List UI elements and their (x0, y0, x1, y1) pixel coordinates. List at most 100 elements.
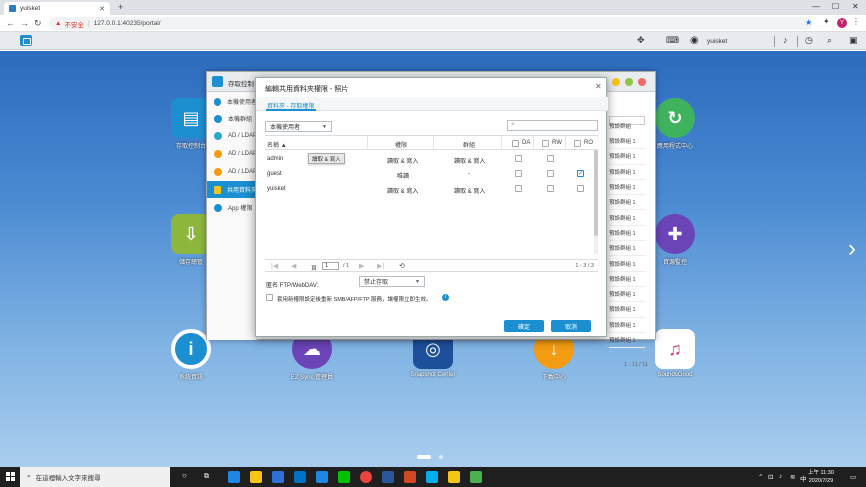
mail-icon[interactable] (294, 471, 306, 483)
prev-page-icon[interactable]: ◀ (291, 262, 296, 270)
user-icon[interactable]: ◉ (690, 35, 699, 46)
notification-icon[interactable]: ♪ (783, 35, 788, 45)
ro-checkbox[interactable] (577, 169, 584, 177)
action-center-icon[interactable]: ▭ (850, 473, 856, 481)
first-page-icon[interactable]: |◀ (271, 262, 278, 270)
group-list: 預設群組 1 預設群組 1 預設群組 1 預設群組 1 預設群組 1 預設群組 … (609, 134, 645, 349)
rw-checkbox[interactable] (547, 155, 554, 162)
chrome-icon[interactable] (360, 471, 372, 483)
powerpoint-icon[interactable] (404, 471, 416, 483)
qts-top-bar (0, 32, 866, 50)
windows-start-icon[interactable] (6, 472, 16, 482)
tasks-icon[interactable]: ✥ (637, 35, 645, 46)
select-all-ro-checkbox[interactable] (574, 140, 581, 147)
sidebar-item-local-users[interactable]: 本機使用者 (207, 93, 257, 110)
da-checkbox[interactable] (515, 170, 522, 177)
access-control-icon: ▤ (171, 98, 211, 138)
close-dialog-icon[interactable]: ✕ (595, 82, 602, 91)
file-explorer-icon[interactable] (250, 471, 262, 483)
refresh-icon[interactable]: ⟲ (399, 262, 405, 270)
search-icon[interactable]: ⌕ (827, 35, 832, 46)
profile-avatar[interactable]: Y (837, 18, 847, 28)
bookmark-star-icon[interactable]: ★ (805, 18, 812, 27)
rw-checkbox[interactable] (547, 170, 554, 177)
apply-now-checkbox[interactable] (266, 294, 273, 301)
ro-checkbox[interactable] (577, 185, 584, 192)
word-icon[interactable] (382, 471, 394, 483)
ime-indicator[interactable]: 中 (800, 473, 807, 483)
user-type-select[interactable]: 本機使用者 ▼ (265, 121, 332, 132)
app-center-icon: ↻ (655, 98, 695, 138)
volume-icon[interactable]: ♪ (779, 473, 782, 480)
taskbar-search-input[interactable]: ⌕ 在這裡輸入文字來搜尋 (20, 467, 170, 487)
keyboard-icon[interactable]: ⌨ (666, 35, 679, 46)
qfinder-icon[interactable] (316, 471, 328, 483)
main-menu-icon[interactable] (20, 35, 32, 46)
column-da: DA (522, 140, 531, 146)
wifi-icon[interactable]: ≋ (790, 473, 795, 481)
photos-icon[interactable] (470, 471, 482, 483)
close-window-icon[interactable]: ✕ (852, 2, 859, 11)
network-icon[interactable]: ⊡ (768, 473, 773, 481)
close-window-icon[interactable] (638, 78, 646, 86)
favicon-icon (9, 5, 16, 12)
sidebar-item-app-privilege[interactable]: App 權限 (207, 199, 257, 216)
menu-icon[interactable]: ⋮ (852, 17, 860, 26)
new-tab-button[interactable]: + (118, 2, 123, 12)
sidebar-item-ad-ldap-1[interactable]: AD / LDAP (207, 127, 257, 144)
page-dot-active[interactable] (417, 455, 431, 459)
next-page-arrow-icon[interactable]: › (848, 235, 856, 263)
access-control-logo-icon (212, 76, 223, 87)
sidebar-item-ad-ldap-3[interactable]: AD / LDAP (207, 163, 257, 180)
line-icon[interactable] (338, 471, 350, 483)
dashboard-icon[interactable]: ▣ (849, 35, 858, 46)
username[interactable]: yuisket (707, 38, 727, 45)
domain-icon (214, 131, 222, 140)
skype-icon[interactable] (426, 471, 438, 483)
select-all-rw-checkbox[interactable] (542, 140, 549, 147)
address-bar[interactable]: ▲ 不安全 | 127.0.0.1:40235/portal/ (49, 17, 812, 30)
page-number-input[interactable]: 1 (322, 262, 339, 270)
table-row[interactable]: guest 唯讀 - (265, 167, 598, 182)
info-icon[interactable]: i (442, 294, 449, 301)
last-page-icon[interactable]: ▶| (377, 262, 384, 270)
sidebar-item-shared-folders[interactable]: 共用資料夾 (207, 181, 257, 198)
sidebar-item-local-groups[interactable]: 本機群組 (207, 110, 257, 127)
back-icon[interactable]: ← (6, 18, 15, 28)
sticky-notes-icon[interactable] (448, 471, 460, 483)
edge-icon[interactable] (228, 471, 240, 483)
music-note-icon: ♫ (655, 329, 695, 369)
tray-chevron-icon[interactable]: ⌃ (758, 473, 763, 481)
extensions-icon[interactable]: ✦ (823, 17, 830, 26)
forward-icon[interactable]: → (20, 18, 29, 28)
browser-tab[interactable]: yuisket ✕ (4, 2, 110, 15)
list-item: 預設群組 1 (609, 165, 645, 180)
maximize-icon[interactable]: ☐ (832, 2, 839, 11)
store-icon[interactable] (272, 471, 284, 483)
minimize-window-icon[interactable] (612, 78, 620, 86)
sidebar-item-ad-ldap-2[interactable]: AD / LDAP (207, 145, 257, 162)
pagination: |◀ ◀ 頁 1 / 1 ▶ ▶| ⟲ 1 - 3 / 3 (265, 259, 598, 272)
search-input[interactable]: ⌕ (507, 120, 598, 131)
task-view-icon[interactable]: ⧉ (204, 473, 209, 481)
table-scrollbar[interactable] (594, 150, 598, 254)
page-dot[interactable] (439, 455, 443, 459)
ok-button[interactable]: 確定 (504, 320, 544, 332)
cortana-icon[interactable]: ○ (182, 471, 187, 480)
rw-checkbox[interactable] (547, 185, 554, 192)
maximize-window-icon[interactable] (625, 78, 633, 86)
guest-access-select[interactable]: 禁止存取 ▼ (359, 276, 425, 287)
taskbar-clock[interactable]: 上午 11:30 2020/7/29 (808, 469, 834, 485)
close-tab-icon[interactable]: ✕ (99, 5, 105, 13)
clock-icon[interactable]: ◷ (805, 35, 813, 46)
table-row[interactable]: yuisket 讀取 & 寫入 讀取 & 寫入 (265, 182, 598, 197)
next-page-icon[interactable]: ▶ (359, 262, 364, 270)
cancel-button[interactable]: 取消 (551, 320, 591, 332)
minimize-icon[interactable]: — (812, 2, 820, 11)
browser-toolbar: ← → ↻ ▲ 不安全 | 127.0.0.1:40235/portal/ (0, 15, 866, 32)
da-checkbox[interactable] (515, 185, 522, 192)
reload-icon[interactable]: ↻ (34, 18, 42, 29)
column-name[interactable]: 名稱 ▲ (267, 140, 287, 149)
select-all-da-checkbox[interactable] (512, 140, 519, 147)
da-checkbox[interactable] (515, 155, 522, 162)
